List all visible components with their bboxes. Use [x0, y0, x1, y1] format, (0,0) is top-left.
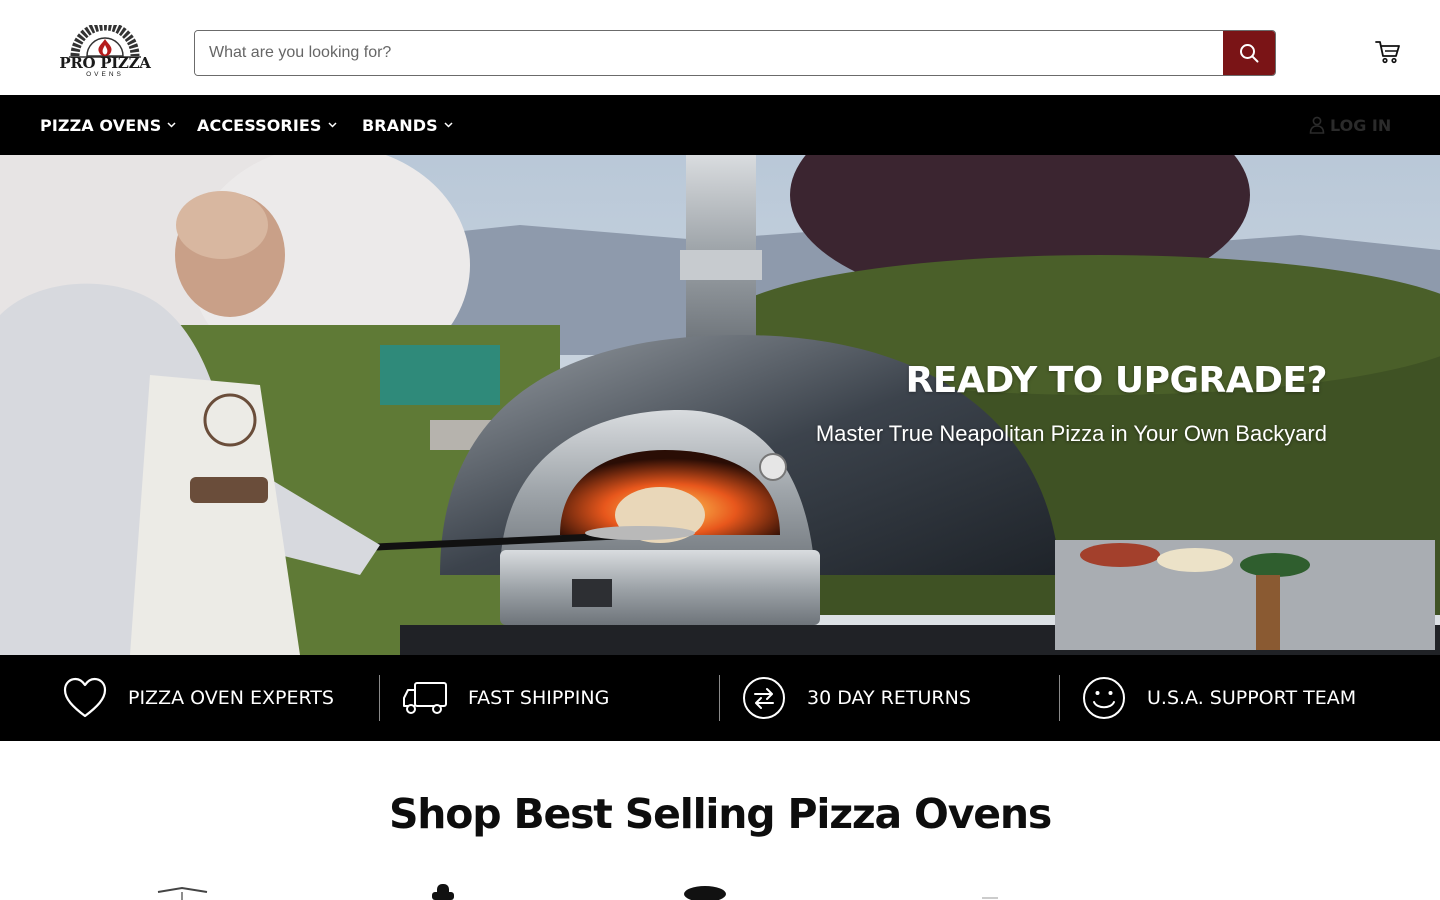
chevron-down-icon — [328, 122, 337, 128]
chevron-down-icon — [444, 122, 453, 128]
nav-item-label: BRANDS — [362, 115, 438, 135]
feature-support: U.S.A. SUPPORT TEAM — [1081, 655, 1356, 741]
search-icon — [1240, 44, 1259, 63]
nav-item-label: PIZZA OVENS — [40, 115, 162, 135]
returns-icon — [741, 675, 787, 721]
feature-label: U.S.A. SUPPORT TEAM — [1147, 687, 1357, 709]
nav-item-accessories[interactable]: ACCESSORIES — [197, 95, 337, 155]
hero-banner[interactable]: READY TO UPGRADE? Master True Neapolitan… — [0, 155, 1440, 655]
search-input[interactable] — [195, 31, 1224, 75]
feature-returns: 30 DAY RETURNS — [741, 655, 971, 741]
nav-item-brands[interactable]: BRANDS — [362, 95, 453, 155]
logo[interactable]: PRO PIZZA OVENS — [57, 21, 153, 81]
truck-icon — [402, 675, 448, 721]
feature-label: 30 DAY RETURNS — [807, 687, 971, 709]
main-nav: PIZZA OVENS ACCESSORIES BRANDS LOG IN — [0, 95, 1440, 155]
feature-divider — [379, 675, 380, 721]
nav-item-pizza-ovens[interactable]: PIZZA OVENS — [40, 95, 176, 155]
cart-icon — [1375, 41, 1400, 64]
nav-item-label: ACCESSORIES — [197, 115, 322, 135]
hero-image — [0, 155, 1440, 655]
login-label: LOG IN — [1330, 115, 1392, 135]
feature-experts: PIZZA OVEN EXPERTS — [62, 655, 334, 741]
feature-shipping: FAST SHIPPING — [402, 655, 609, 741]
section-title: Shop Best Selling Pizza Ovens — [388, 790, 1052, 838]
product-thumbnail[interactable] — [428, 880, 458, 900]
hero-title: READY TO UPGRADE? — [905, 360, 1328, 401]
search-button[interactable] — [1223, 31, 1275, 75]
smiley-icon — [1081, 675, 1127, 721]
feature-divider — [1059, 675, 1060, 721]
features-bar: PIZZA OVEN EXPERTS FAST SHIPPING 30 DAY … — [0, 655, 1440, 741]
product-thumbnail[interactable] — [155, 880, 210, 900]
login-link[interactable]: LOG IN — [1309, 95, 1391, 155]
search-bar — [194, 30, 1276, 76]
chevron-down-icon — [167, 122, 176, 128]
feature-label: FAST SHIPPING — [468, 687, 610, 709]
product-thumbnail[interactable] — [682, 880, 728, 900]
user-icon — [1309, 116, 1325, 134]
site-header: PRO PIZZA OVENS — [0, 0, 1440, 95]
feature-divider — [719, 675, 720, 721]
logo-subtitle: OVENS — [86, 71, 124, 78]
logo-title: PRO PIZZA — [59, 54, 151, 72]
hero-subtitle: Master True Neapolitan Pizza in Your Own… — [815, 421, 1327, 446]
heart-icon — [62, 675, 108, 721]
cart-button[interactable] — [1374, 38, 1402, 66]
product-thumbnail[interactable] — [978, 880, 1002, 900]
feature-label: PIZZA OVEN EXPERTS — [128, 687, 334, 709]
